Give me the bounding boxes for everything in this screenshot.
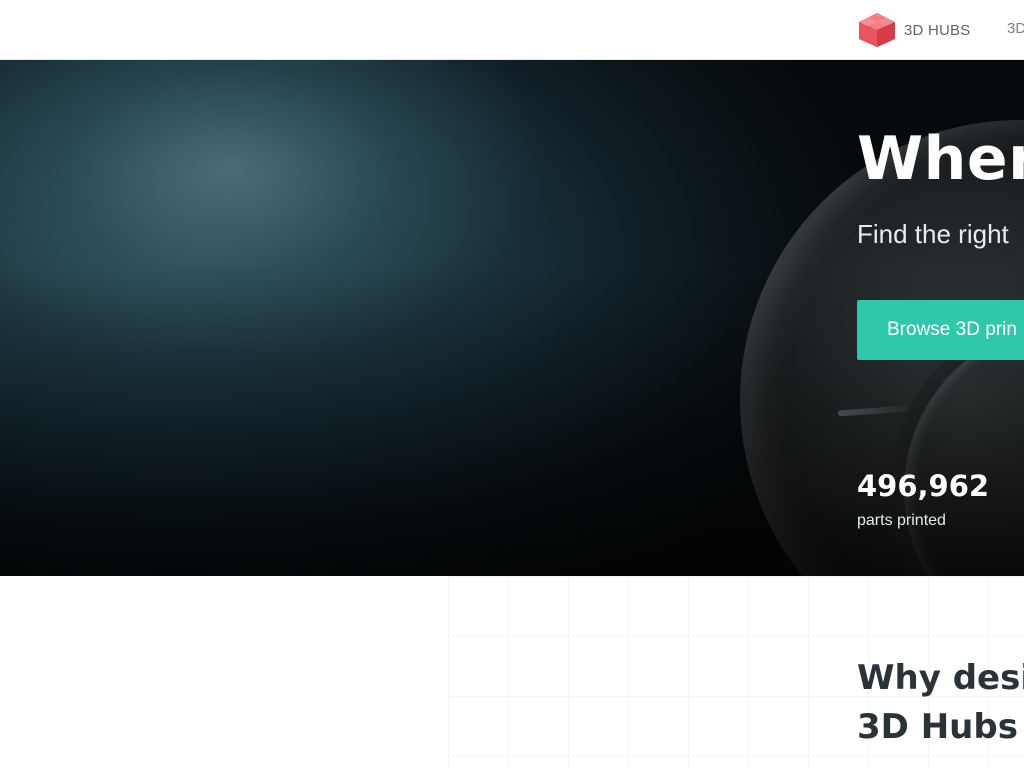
hexagon-cube-logo-icon xyxy=(859,13,895,47)
why-designers-section: Why desig 3D Hubs f xyxy=(0,576,1024,768)
browse-3d-printers-button[interactable]: Browse 3D prin xyxy=(857,300,1024,360)
section-title-line-1: Why desig xyxy=(857,658,1024,698)
site-header: 3D HUBS 3D xyxy=(0,0,1024,60)
section-title: Why desig 3D Hubs f xyxy=(857,654,1024,752)
brand-name: 3D HUBS xyxy=(904,21,971,39)
nav-item-3d[interactable]: 3D xyxy=(1007,20,1024,37)
parts-printed-label: parts printed xyxy=(857,512,946,529)
brand-link[interactable]: 3D HUBS xyxy=(856,12,970,48)
hero-banner: Where Find the right Browse 3D prin 496,… xyxy=(0,60,1024,576)
hero-title: Where xyxy=(857,124,1024,194)
section-title-line-2: 3D Hubs f xyxy=(857,707,1024,747)
hero-subtitle: Find the right xyxy=(857,219,1009,249)
parts-printed-count: 496,962 xyxy=(857,469,990,503)
